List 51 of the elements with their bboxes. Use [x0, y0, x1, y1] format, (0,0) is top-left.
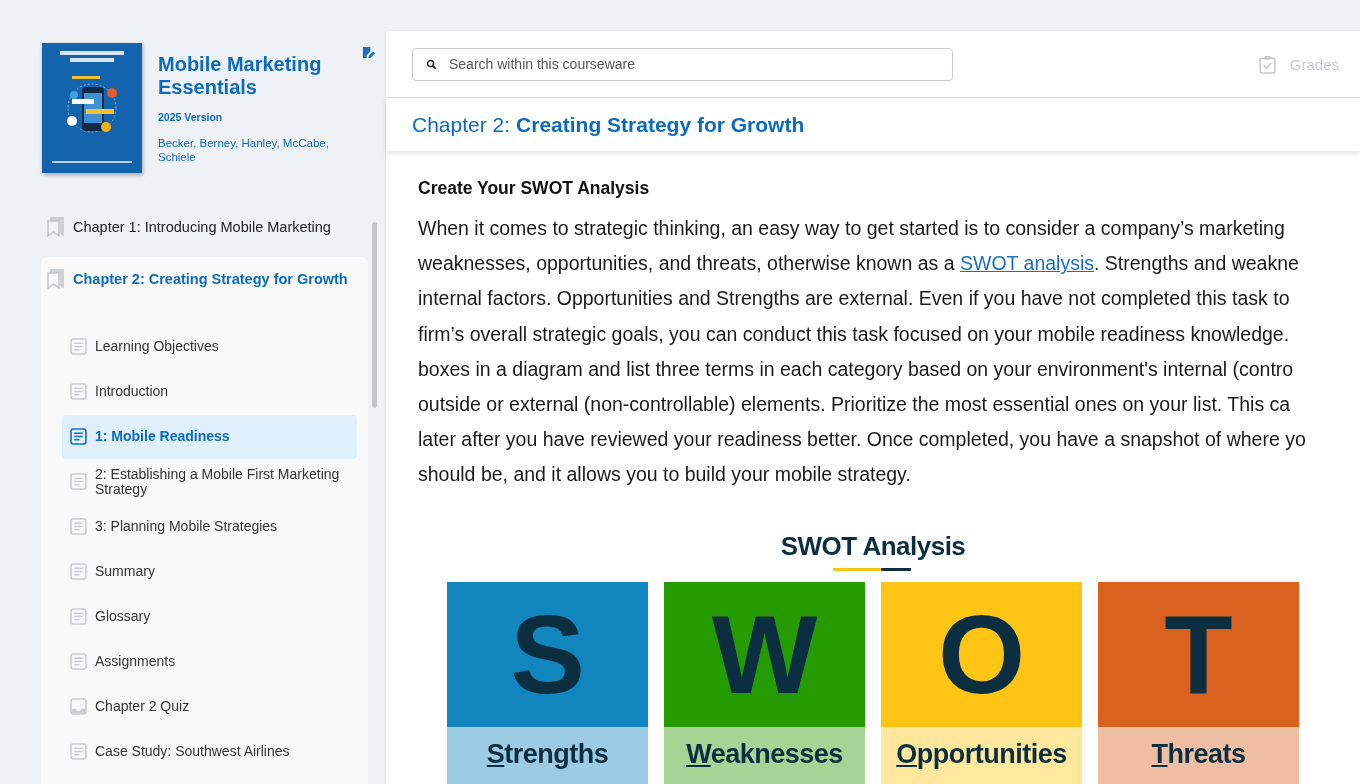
section-item[interactable]: Summary	[62, 550, 357, 594]
chapter-item[interactable]: Chapter 2: Creating Strategy for Growth	[41, 257, 356, 295]
chapter-heading: Chapter 2: Creating Strategy for Growth	[386, 98, 1360, 151]
diagram-title: SWOT Analysis	[780, 530, 966, 562]
section-item[interactable]: 2: Establishing a Mobile First Marketing Strategy	[62, 460, 357, 504]
paragraph-line: When it comes to strategic thinking, an easy way to get started is to consider a company’s marketing	[418, 216, 1285, 241]
section-item[interactable]: Case Study: Southwest Airlines	[62, 730, 357, 774]
document-icon	[70, 743, 87, 761]
quadrant-label: Threats	[1098, 726, 1299, 784]
clipboard-check-icon	[1258, 54, 1276, 74]
section-item[interactable]: Chapter 2 Quiz	[62, 685, 357, 729]
quadrant-label: Weaknesses	[664, 726, 865, 784]
quadrant-label: Opportunities	[881, 726, 1082, 784]
document-icon	[70, 608, 87, 626]
edit-icon[interactable]	[362, 46, 375, 59]
search-field[interactable]: Search within this courseware	[412, 47, 953, 81]
paragraph-line: should be, and it allows you to build your mobile strategy.	[418, 462, 911, 488]
document-icon	[70, 473, 87, 491]
paragraph-line: later after you have reviewed your readiness better. Once completed, you have a snapshot of where yo	[418, 427, 1306, 453]
paragraph-line: outside or external (non-controllable) elements. Prioritize the most essential ones on your list. This ca	[418, 392, 1291, 417]
paragraph-line: firm’s overall strategic goals, you can conduct this task focused on your mobile readiness knowledge.	[418, 321, 1290, 347]
section-item[interactable]: Learning Objectives	[62, 325, 357, 369]
paragraph-line: boxes in a diagram and list three terms in each category based on your environment's internal (contro	[418, 356, 1294, 382]
bookmark-icon	[47, 217, 65, 237]
document-icon	[70, 428, 87, 446]
document-icon	[70, 563, 87, 581]
chapter-item[interactable]: Chapter 1: Introducing Mobile Marketing	[41, 211, 339, 243]
document-icon	[70, 383, 87, 401]
section-heading: Create Your SWOT Analysis	[418, 178, 651, 199]
book-title: Mobile Marketing Essentials	[158, 53, 323, 99]
section-item[interactable]: 3: Planning Mobile Strategies	[62, 505, 357, 549]
book-version: 2025 Version	[158, 111, 224, 123]
section-item[interactable]: Assignments	[62, 640, 357, 684]
tray-icon	[70, 698, 87, 716]
document-icon	[70, 653, 87, 671]
swot-link[interactable]: SWOT analysis	[960, 252, 1094, 275]
document-icon	[70, 518, 87, 536]
paragraph-line: weaknesses, opportunities, and threats, otherwise known as a SWOT analysis. Strengths and weakne	[418, 251, 1299, 277]
letter-tile: S	[447, 581, 648, 727]
document-icon	[70, 338, 87, 356]
bookmark-icon	[47, 269, 65, 289]
letter-tile: W	[664, 581, 865, 727]
book-authors: Becker, Berney, Hanley, McCabe, Schiele	[158, 136, 330, 164]
section-item[interactable]: Introduction	[62, 370, 357, 414]
quadrant-label: Strengths	[447, 726, 648, 784]
letter-tile: T	[1098, 581, 1299, 727]
section-item[interactable]: Glossary	[62, 595, 357, 639]
section-item[interactable]: 1: Mobile Readiness	[62, 415, 357, 459]
search-icon	[426, 58, 437, 70]
paragraph-line: internal factors. Opportunities and Strengths are external. Even if you have not completed this task to	[418, 286, 1290, 312]
letter-tile: O	[881, 581, 1082, 727]
